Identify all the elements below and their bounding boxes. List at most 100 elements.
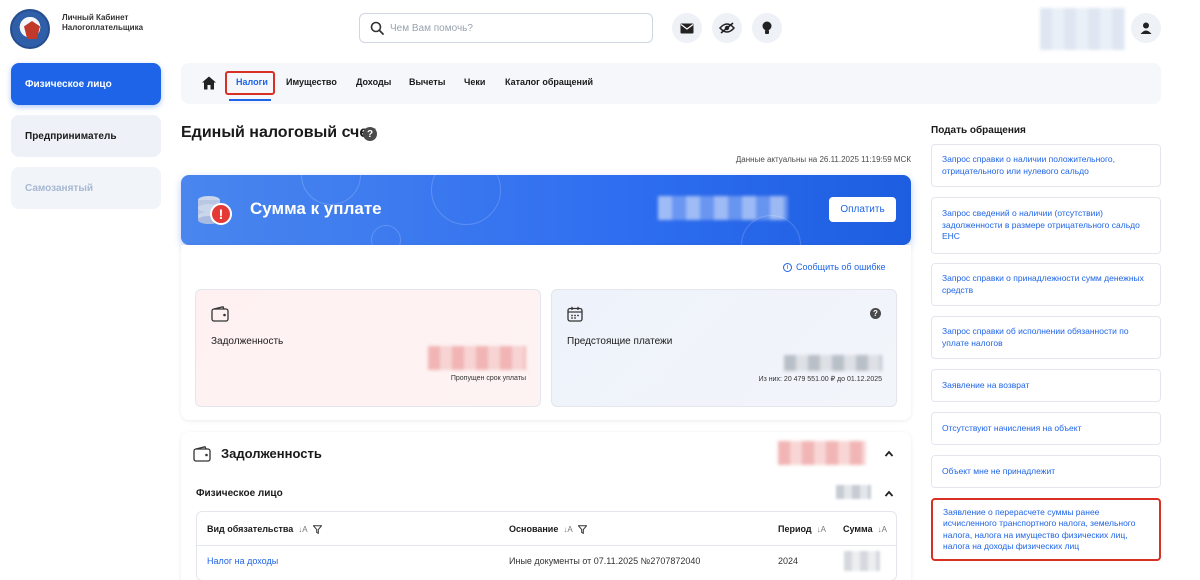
appeal-label: Запрос справки об исполнении обязанности… bbox=[942, 326, 1129, 348]
fns-logo[interactable] bbox=[10, 9, 50, 49]
upcoming-card-label: Предстоящие платежи bbox=[567, 336, 673, 347]
lightbulb-icon bbox=[762, 21, 772, 34]
nav-label: Физическое лицо bbox=[25, 78, 112, 90]
upcoming-payments-card[interactable]: ? Предстоящие платежи Из них: 20 479 551… bbox=[551, 289, 897, 407]
sort-icon[interactable]: ↓A bbox=[878, 525, 887, 534]
chevron-up-icon[interactable] bbox=[884, 449, 894, 459]
tab-taxes[interactable]: Налоги bbox=[236, 77, 268, 87]
row-divider bbox=[197, 545, 896, 546]
filter-icon[interactable] bbox=[577, 524, 587, 534]
column-label: Основание bbox=[509, 524, 559, 534]
active-tab-underline bbox=[229, 99, 271, 101]
chevron-up-icon[interactable] bbox=[884, 489, 894, 499]
amount-due-banner: ! Сумма к уплате Оплатить bbox=[181, 175, 911, 245]
help-icon[interactable]: ? bbox=[870, 308, 881, 319]
amount-due-redacted bbox=[658, 196, 788, 220]
debt-section: Задолженность Физическое лицо Вид обязат… bbox=[181, 432, 911, 580]
column-label: Вид обязательства bbox=[207, 524, 294, 534]
messages-button[interactable] bbox=[672, 13, 702, 43]
upcoming-card-note: Из них: 20 479 551.00 ₽ до 01.12.2025 bbox=[758, 376, 882, 383]
appeal-item[interactable]: Заявление на возврат bbox=[931, 369, 1161, 402]
appeal-label: Отсутствуют начисления на объект bbox=[942, 422, 1082, 433]
nav-self-employed: Самозанятый bbox=[11, 167, 161, 209]
banner-decoration bbox=[371, 225, 401, 245]
column-header-period[interactable]: Период ↓A bbox=[778, 524, 826, 534]
envelope-icon bbox=[680, 23, 694, 33]
tab-appeals-catalog[interactable]: Каталог обращений bbox=[505, 77, 593, 87]
appeal-label: Запрос справки о принадлежности сумм ден… bbox=[942, 273, 1144, 295]
banner-title: Сумма к уплате bbox=[250, 199, 382, 218]
page-title: Единый налоговый счет bbox=[181, 124, 376, 141]
calendar-icon bbox=[567, 306, 583, 322]
debt-total-redacted bbox=[778, 441, 866, 465]
individual-debt-redacted bbox=[836, 485, 871, 499]
user-name-redacted bbox=[1040, 8, 1125, 50]
appeal-item[interactable]: Объект мне не принадлежит bbox=[931, 455, 1161, 488]
help-icon[interactable]: ? bbox=[363, 127, 377, 141]
obligation-link[interactable]: Налог на доходы bbox=[207, 556, 278, 566]
appeal-item[interactable]: Запрос справки о принадлежности сумм ден… bbox=[931, 263, 1161, 306]
appeal-item[interactable]: Запрос справки об исполнении обязанности… bbox=[931, 316, 1161, 359]
search-input[interactable] bbox=[390, 19, 640, 37]
debt-card-label: Задолженность bbox=[211, 336, 284, 347]
user-icon bbox=[1140, 22, 1152, 34]
appeal-item[interactable]: Отсутствуют начисления на объект bbox=[931, 412, 1161, 445]
column-header-amount[interactable]: Сумма ↓A bbox=[843, 524, 887, 534]
profile-button[interactable] bbox=[1131, 13, 1161, 43]
appeal-item[interactable]: Запрос сведений о наличии (отсутствии) з… bbox=[931, 197, 1161, 254]
nav-label: Предприниматель bbox=[25, 130, 117, 142]
report-error-link[interactable]: i Сообщить об ошибке bbox=[783, 262, 886, 272]
tips-button[interactable] bbox=[752, 13, 782, 43]
appeal-label: Объект мне не принадлежит bbox=[942, 465, 1056, 476]
period-cell: 2024 bbox=[778, 556, 799, 566]
tab-deductions[interactable]: Вычеты bbox=[409, 77, 445, 87]
nav-individual[interactable]: Физическое лицо bbox=[11, 63, 161, 105]
tab-income[interactable]: Доходы bbox=[356, 77, 391, 87]
filter-icon[interactable] bbox=[312, 524, 322, 534]
banner-decoration bbox=[431, 175, 501, 225]
warning-icon: ! bbox=[210, 203, 232, 225]
logo-text: Личный Кабинет Налогоплательщика bbox=[62, 13, 144, 32]
sort-icon[interactable]: ↓A bbox=[298, 525, 307, 534]
sort-icon[interactable]: ↓A bbox=[817, 525, 826, 534]
appeals-panel-title: Подать обращения bbox=[931, 125, 1026, 136]
appeal-label: Заявление на возврат bbox=[942, 379, 1030, 390]
home-icon[interactable] bbox=[201, 75, 217, 91]
appeal-label: Запрос справки о наличии положительного,… bbox=[942, 154, 1116, 176]
appeal-item[interactable]: Запрос справки о наличии положительного,… bbox=[931, 144, 1161, 187]
amount-cell-redacted bbox=[844, 551, 880, 571]
column-header-basis[interactable]: Основание ↓A bbox=[509, 524, 587, 534]
debt-table: Вид обязательства ↓A Основание ↓A Период… bbox=[196, 511, 897, 580]
basis-cell: Иные документы от 07.11.2025 №2707872040 bbox=[509, 556, 701, 566]
nav-entrepreneur[interactable]: Предприниматель bbox=[11, 115, 161, 157]
tab-receipts[interactable]: Чеки bbox=[464, 77, 485, 87]
header: Личный Кабинет Налогоплательщика bbox=[0, 0, 1200, 58]
column-header-obligation[interactable]: Вид обязательства ↓A bbox=[207, 524, 322, 534]
debt-section-title: Задолженность bbox=[221, 446, 322, 461]
search-box[interactable] bbox=[359, 13, 653, 43]
debt-card-note: Пропущен срок уплаты bbox=[450, 375, 526, 382]
visibility-toggle-button[interactable] bbox=[712, 13, 742, 43]
column-label: Период bbox=[778, 524, 812, 534]
balance-card: i Сообщить об ошибке Задолженность Пропу… bbox=[181, 245, 911, 420]
eye-off-icon bbox=[719, 22, 735, 34]
report-error-label: Сообщить об ошибке bbox=[796, 262, 886, 272]
upcoming-amount-redacted bbox=[784, 355, 882, 371]
debt-card[interactable]: Задолженность Пропущен срок уплаты bbox=[195, 289, 541, 407]
appeal-label: Запрос сведений о наличии (отсутствии) з… bbox=[942, 208, 1140, 242]
tab-bar: Налоги Имущество Доходы Вычеты Чеки Ката… bbox=[181, 63, 1161, 104]
data-timestamp: Данные актуальны на 26.11.2025 11:19:59 … bbox=[735, 155, 911, 164]
appeal-label: Заявление о перерасчете суммы ранее исчи… bbox=[943, 506, 1136, 552]
eagle-emblem-icon bbox=[24, 21, 40, 39]
wallet-icon bbox=[211, 306, 229, 322]
appeal-item-highlighted[interactable]: Заявление о перерасчете суммы ранее исчи… bbox=[931, 498, 1161, 561]
wallet-icon bbox=[193, 446, 211, 462]
column-label: Сумма bbox=[843, 524, 873, 534]
tab-property[interactable]: Имущество bbox=[286, 77, 337, 87]
individual-subsection-title: Физическое лицо bbox=[196, 488, 283, 499]
info-icon: i bbox=[783, 262, 792, 272]
debt-amount-redacted bbox=[428, 346, 526, 370]
pay-button[interactable]: Оплатить bbox=[829, 197, 896, 222]
search-icon bbox=[370, 21, 384, 35]
sort-icon[interactable]: ↓A bbox=[563, 525, 572, 534]
